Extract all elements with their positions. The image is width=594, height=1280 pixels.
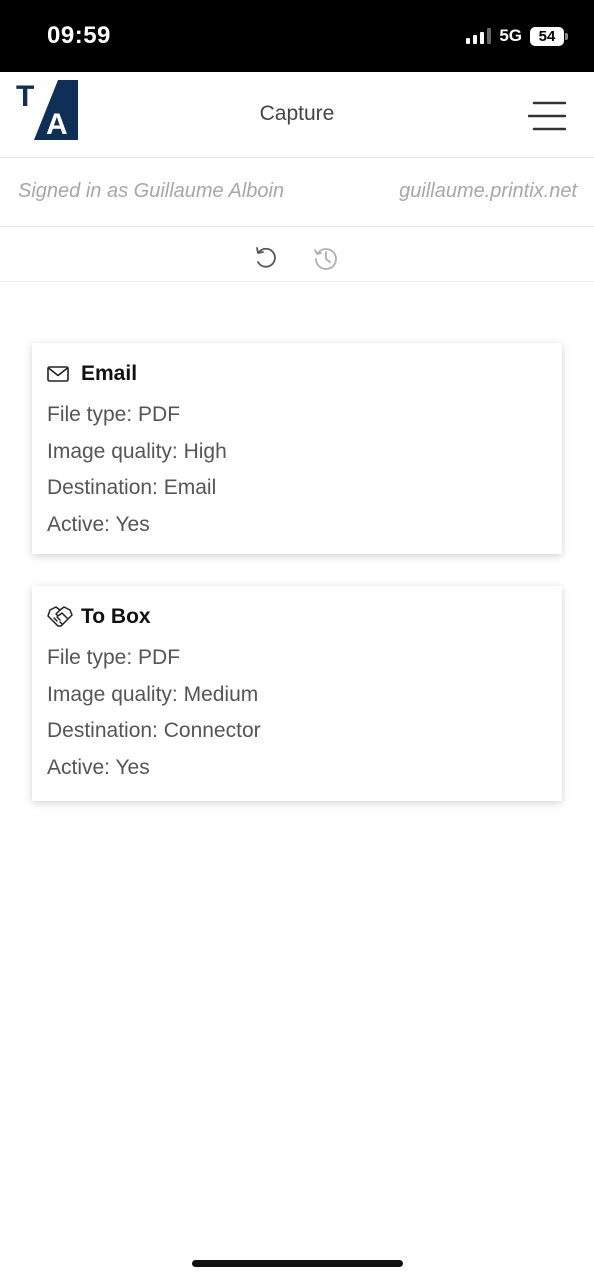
destination: Destination: Email — [47, 476, 217, 499]
app-header: T A Capture — [0, 72, 594, 158]
toolbar — [0, 227, 594, 282]
status-indicators: 5G 54 — [466, 26, 568, 46]
active-status: Active: Yes — [47, 755, 150, 779]
card-title: Email — [81, 362, 138, 385]
destination: Destination: Connector — [47, 719, 261, 742]
image-quality: Image quality: Medium — [47, 682, 259, 706]
account-bar: Signed in as Guillaume Alboin guillaume.… — [0, 158, 594, 227]
status-bar: 09:59 5G 54 — [0, 0, 594, 72]
card-title: To Box — [81, 605, 151, 628]
card-header: To Box — [47, 604, 562, 630]
undo-icon — [256, 247, 276, 268]
tenant-domain: guillaume.printix.net — [399, 180, 577, 202]
active-status: Active: Yes — [47, 512, 150, 536]
refresh-button[interactable] — [252, 244, 280, 272]
card-header: Email — [47, 361, 562, 387]
file-type: File type: PDF — [47, 646, 181, 669]
signed-in-text: Signed in as Guillaume Alboin — [18, 180, 285, 202]
status-time: 09:59 — [47, 22, 111, 49]
workflow-card-email[interactable]: Email File type: PDF Image quality: High… — [32, 343, 562, 554]
signal-strength-icon — [466, 28, 492, 44]
battery-icon: 54 — [530, 26, 568, 46]
image-quality: Image quality: High — [47, 439, 227, 463]
battery-level: 54 — [538, 27, 556, 45]
hamburger-menu-icon — [527, 101, 567, 131]
workflow-card-to-box[interactable]: To Box File type: PDF Image quality: Med… — [32, 586, 562, 801]
envelope-icon — [47, 361, 73, 387]
page-title: Capture — [259, 102, 335, 125]
history-icon — [314, 248, 337, 270]
menu-button[interactable] — [527, 100, 567, 132]
file-type: File type: PDF — [47, 403, 181, 426]
network-type: 5G — [499, 26, 522, 45]
history-button[interactable] — [312, 244, 340, 272]
home-indicator[interactable] — [192, 1260, 403, 1267]
handshake-icon — [47, 604, 73, 630]
